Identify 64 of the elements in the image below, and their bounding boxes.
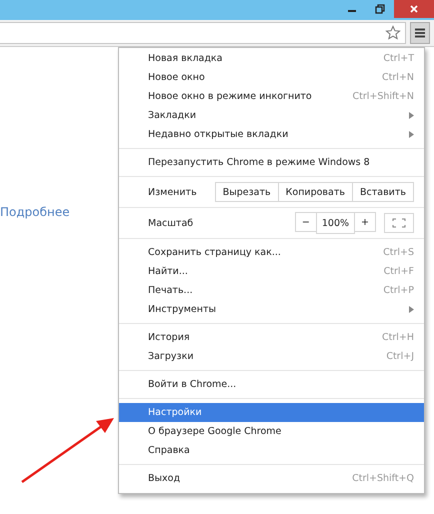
menu-item[interactable]: Настройки: [119, 403, 424, 422]
menu-item-label: О браузере Google Chrome: [148, 426, 282, 437]
shortcut-label: Ctrl+T: [383, 53, 414, 64]
menu-item[interactable]: Сохранить страницу как... Ctrl+S: [119, 243, 424, 262]
menu-item[interactable]: Недавно открытые вкладки: [119, 125, 424, 144]
menu-item[interactable]: Новое окно Ctrl+N: [119, 68, 424, 87]
shortcut-label: Ctrl+S: [383, 247, 414, 258]
edit-button[interactable]: Копировать: [278, 182, 353, 202]
menu-icon: [414, 27, 426, 39]
zoom-value: 100%: [316, 212, 356, 234]
menu-item[interactable]: Выход Ctrl+Shift+Q: [119, 469, 424, 488]
submenu-arrow-icon: [409, 112, 414, 119]
close-icon: [409, 4, 419, 14]
shortcut-label: Ctrl+Shift+Q: [352, 473, 414, 484]
menu-item-label: Закладки: [148, 110, 198, 121]
menu-item-label: Печать...: [148, 285, 194, 296]
menu-item-label: Выход: [148, 473, 182, 484]
menu-item-label: Инструменты: [148, 304, 217, 315]
restore-icon: [375, 4, 385, 14]
shortcut-label: Ctrl+N: [382, 72, 414, 83]
menu-item-label: Настройки: [148, 407, 203, 418]
menu-item[interactable]: О браузере Google Chrome: [119, 422, 424, 441]
shortcut-label: Ctrl+Shift+N: [352, 91, 414, 102]
menu-item-label: Новое окно в режиме инкогнито: [148, 91, 313, 102]
menu-item[interactable]: Закладки: [119, 106, 424, 125]
menu-item-label: Справка: [148, 445, 191, 456]
menu-item-label: История: [148, 332, 191, 343]
zoom-in-button[interactable]: +: [354, 212, 376, 232]
address-field[interactable]: [0, 22, 406, 44]
menu-item-label: Найти...: [148, 266, 189, 277]
zoom-out-button[interactable]: −: [294, 212, 317, 232]
menu-item[interactable]: Справка: [119, 441, 424, 460]
more-link[interactable]: Подробнее: [0, 205, 70, 219]
menu-item[interactable]: Войти в Chrome...: [119, 375, 424, 394]
shortcut-label: Ctrl+P: [383, 285, 414, 296]
fullscreen-icon: [392, 218, 406, 228]
edit-button[interactable]: Вырезать: [214, 182, 279, 202]
edit-label: Изменить: [148, 186, 198, 198]
shortcut-label: Ctrl+H: [382, 332, 414, 343]
shortcut-label: Ctrl+J: [386, 351, 414, 362]
shortcut-label: Ctrl+F: [384, 266, 414, 277]
menu-item-label: Недавно открытые вкладки: [148, 129, 290, 140]
menu-item[interactable]: Новое окно в режиме инкогнито Ctrl+Shift+N: [119, 87, 424, 106]
menu-item[interactable]: Найти... Ctrl+F: [119, 262, 424, 281]
fullscreen-button[interactable]: [384, 213, 414, 233]
menu-item[interactable]: Перезапустить Chrome в режиме Windows 8: [119, 153, 424, 172]
submenu-arrow-icon: [409, 306, 414, 313]
menu-item[interactable]: Печать... Ctrl+P: [119, 281, 424, 300]
submenu-arrow-icon: [409, 131, 414, 138]
menu-item[interactable]: Новая вкладка Ctrl+T: [119, 49, 424, 68]
menu-button[interactable]: [410, 22, 430, 44]
menu-item-label: Новое окно: [148, 72, 206, 83]
menu-item-label: Новая вкладка: [148, 53, 224, 64]
menu-item[interactable]: История Ctrl+H: [119, 328, 424, 347]
menu-item-label: Сохранить страницу как...: [148, 247, 282, 258]
menu-item[interactable]: Загрузки Ctrl+J: [119, 347, 424, 366]
menu-item-label: Загрузки: [148, 351, 195, 362]
zoom-label: Масштаб: [148, 218, 194, 228]
menu-item[interactable]: Инструменты: [119, 300, 424, 319]
close-button[interactable]: [394, 0, 434, 18]
edit-button[interactable]: Вставить: [352, 182, 414, 202]
menu-item-label: Войти в Chrome...: [148, 379, 238, 390]
star-icon[interactable]: [385, 25, 401, 41]
menu-item-label: Перезапустить Chrome в режиме Windows 8: [148, 157, 371, 168]
